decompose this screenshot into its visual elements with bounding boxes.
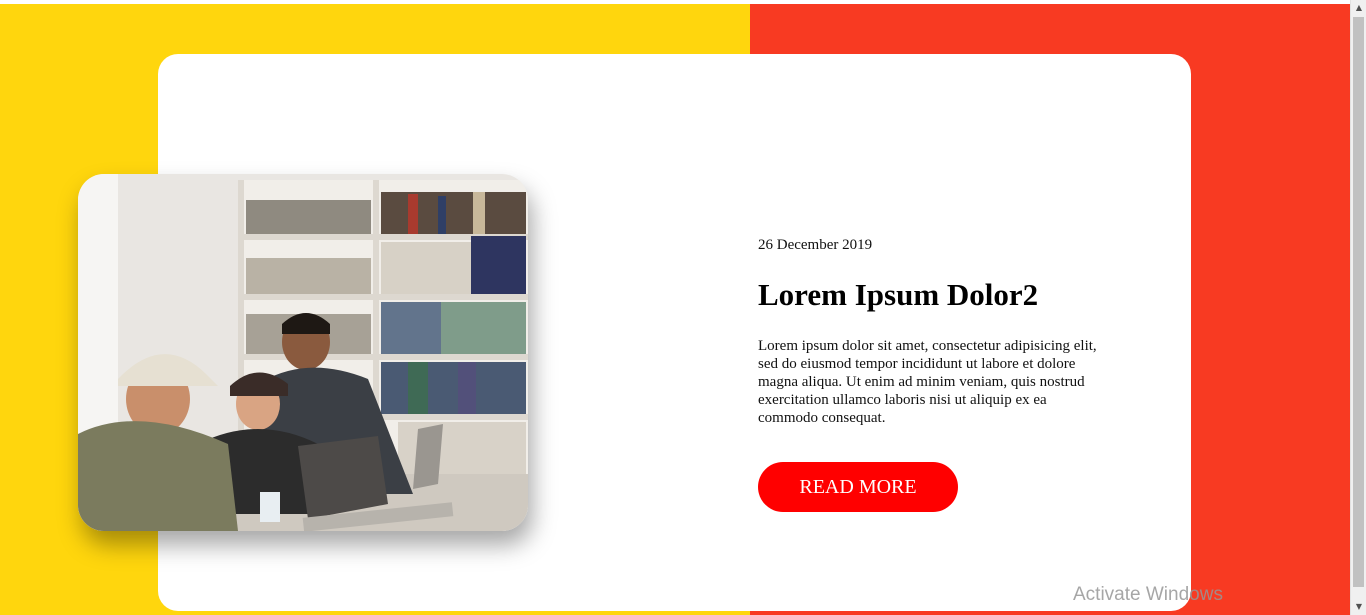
blog-photo	[78, 174, 528, 531]
scroll-down-icon[interactable]: ▼	[1351, 599, 1366, 615]
activate-windows-watermark: Activate Windows	[1073, 584, 1223, 605]
post-title: Lorem Ipsum Dolor2	[758, 277, 1039, 312]
post-date: 26 December 2019	[758, 237, 873, 253]
scroll-thumb[interactable]	[1353, 17, 1364, 587]
scroll-up-icon[interactable]: ▲	[1351, 0, 1366, 16]
read-more-button[interactable]: READ MORE	[758, 462, 958, 512]
post-excerpt: Lorem ipsum dolor sit amet, consectetur …	[758, 338, 1097, 426]
vertical-scrollbar[interactable]: ▲ ▼	[1350, 0, 1366, 615]
